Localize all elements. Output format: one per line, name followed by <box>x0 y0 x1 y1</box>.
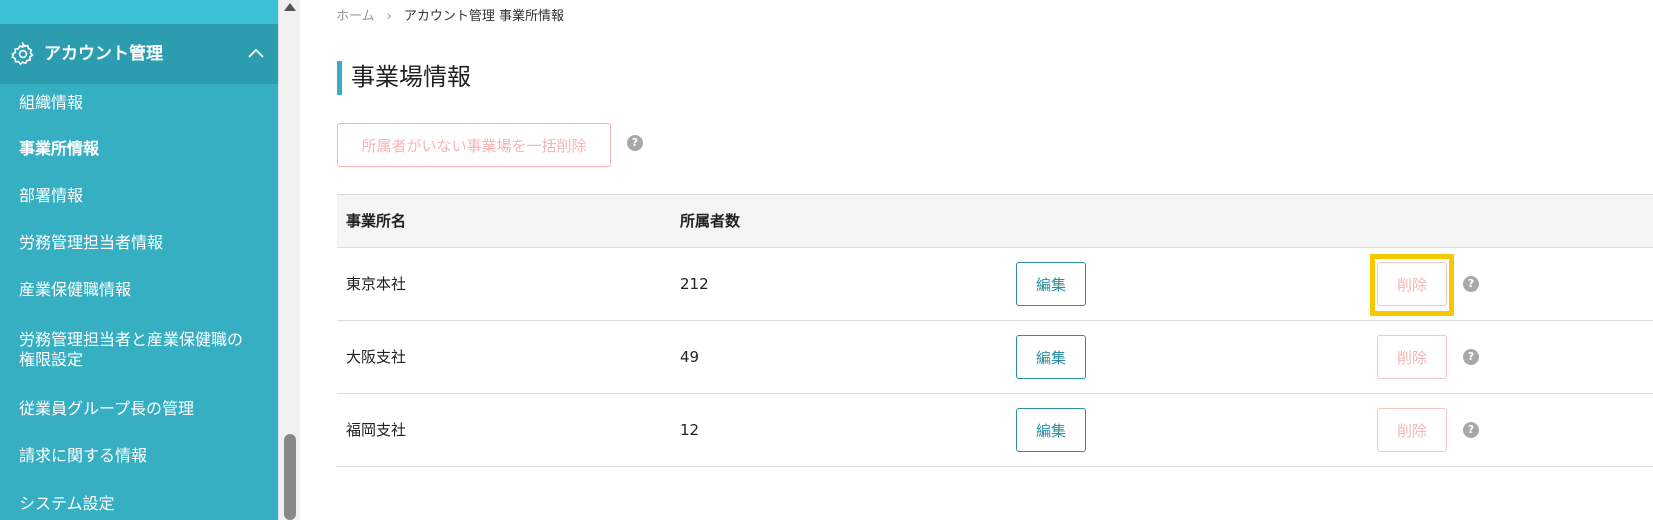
breadcrumb-home-link[interactable]: ホーム <box>336 9 375 24</box>
sidebar-item-billing[interactable]: 請求に関する情報 <box>0 446 278 466</box>
sidebar-item-label: 労務管理担当者情報 <box>19 233 164 252</box>
edit-button[interactable]: 編集 <box>1016 408 1086 452</box>
member-count: 12 <box>680 421 700 439</box>
sidebar-item-health-staff[interactable]: 産業保健職情報 <box>0 280 278 300</box>
help-icon[interactable]: ? <box>1463 276 1479 292</box>
table-row: 福岡支社 12 編集 削除 ? <box>337 394 1653 467</box>
edit-button[interactable]: 編集 <box>1016 335 1086 379</box>
column-header-name: 事業所名 <box>346 212 407 230</box>
scroll-up-arrow-icon[interactable] <box>284 3 296 11</box>
sidebar-item-label: システム設定 <box>19 494 115 513</box>
sidebar-item-label: 事業所情報 <box>19 139 100 158</box>
member-count: 212 <box>680 275 709 293</box>
app-root: アカウント管理 組織情報 事業所情報 部署情報 労務管理担当者情報 産業保健職情… <box>0 0 1653 520</box>
member-count: 49 <box>680 348 700 366</box>
scroll-thumb[interactable] <box>284 434 296 520</box>
delete-button[interactable]: 削除 <box>1377 262 1447 306</box>
help-icon[interactable]: ? <box>1463 422 1479 438</box>
sidebar-item-label: 従業員グループ長の管理 <box>19 399 195 418</box>
sidebar-section-title: アカウント管理 <box>44 44 163 64</box>
table-row: 大阪支社 49 編集 削除 ? <box>337 321 1653 394</box>
breadcrumb-current: アカウント管理 事業所情報 <box>403 9 564 24</box>
sidebar-item-label-line2: 権限設定 <box>19 350 84 369</box>
sidebar-item-label: 請求に関する情報 <box>19 446 148 465</box>
office-name: 東京本社 <box>346 275 407 293</box>
breadcrumb: ホーム › アカウント管理 事業所情報 <box>336 5 564 24</box>
gear-icon <box>10 41 34 66</box>
title-accent-bar <box>337 61 342 95</box>
edit-button[interactable]: 編集 <box>1016 262 1086 306</box>
sidebar-item-organization[interactable]: 組織情報 <box>0 93 278 113</box>
page-title: 事業場情報 <box>351 63 471 91</box>
offices-table: 事業所名 所属者数 東京本社 212 編集 削除 ? 大阪支社 49 編集 削除… <box>337 194 1653 467</box>
sidebar-scrollbar[interactable] <box>278 0 300 520</box>
table-header: 事業所名 所属者数 <box>337 194 1653 248</box>
sidebar-item-label: 労務管理担当者と産業保健職の <box>19 330 244 349</box>
sidebar-item-offices[interactable]: 事業所情報 <box>0 139 278 159</box>
sidebar-top-strip <box>0 0 278 24</box>
sidebar-item-group-leaders[interactable]: 従業員グループ長の管理 <box>0 399 278 419</box>
sidebar-item-label: 部署情報 <box>19 186 84 205</box>
help-icon[interactable]: ? <box>1463 349 1479 365</box>
delete-button[interactable]: 削除 <box>1377 408 1447 452</box>
sidebar-section-account-management[interactable]: アカウント管理 <box>0 24 278 84</box>
help-icon[interactable]: ? <box>627 135 643 151</box>
column-header-members: 所属者数 <box>680 212 741 230</box>
bulk-delete-button[interactable]: 所属者がいない事業場を一括削除 <box>337 123 611 167</box>
delete-button[interactable]: 削除 <box>1377 335 1447 379</box>
chevron-up-icon[interactable] <box>246 44 266 64</box>
breadcrumb-separator: › <box>386 9 392 24</box>
sidebar-item-departments[interactable]: 部署情報 <box>0 186 278 206</box>
sidebar: アカウント管理 組織情報 事業所情報 部署情報 労務管理担当者情報 産業保健職情… <box>0 0 278 520</box>
table-row: 東京本社 212 編集 削除 ? <box>337 248 1653 321</box>
office-name: 福岡支社 <box>346 421 407 439</box>
sidebar-item-labor-managers[interactable]: 労務管理担当者情報 <box>0 233 278 253</box>
office-name: 大阪支社 <box>346 348 407 366</box>
sidebar-item-system-settings[interactable]: システム設定 <box>0 494 278 514</box>
sidebar-item-label: 産業保健職情報 <box>19 280 132 299</box>
sidebar-item-label: 組織情報 <box>19 93 84 112</box>
sidebar-item-permissions[interactable]: 労務管理担当者と産業保健職の 権限設定 <box>0 330 278 370</box>
